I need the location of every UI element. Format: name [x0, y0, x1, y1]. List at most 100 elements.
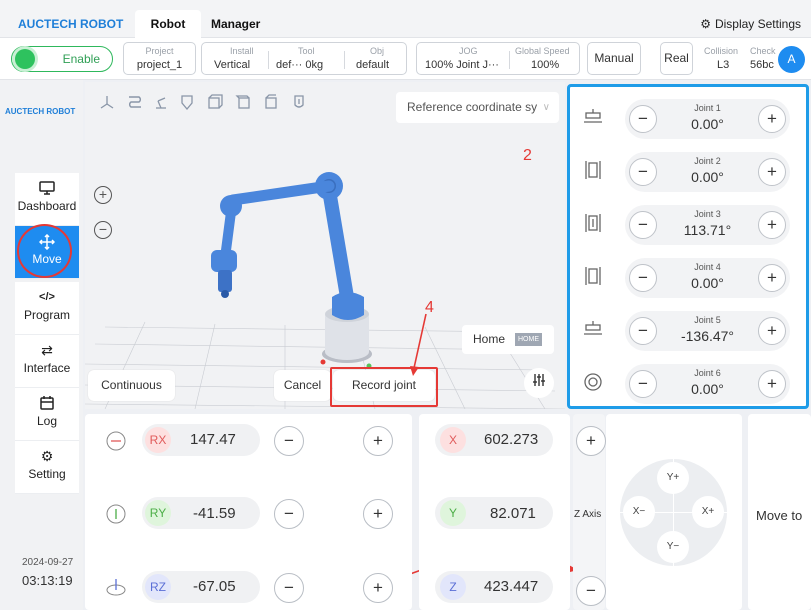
- z-badge: Z: [440, 574, 466, 600]
- project-selector[interactable]: Project project_1: [123, 42, 196, 75]
- code-icon: </>: [39, 291, 55, 303]
- rz-increment-button[interactable]: +: [363, 573, 393, 603]
- joint-row: − Joint 4 0.00° +: [570, 255, 806, 299]
- shield-icon[interactable]: [177, 94, 197, 114]
- project-label: Project: [145, 46, 174, 56]
- x-value: 602.273: [484, 431, 539, 448]
- joint-value-pill: − Joint 6 0.00° +: [625, 364, 790, 404]
- install-tool-obj-group[interactable]: Install Vertical Tool def··· 0kg Obj def…: [201, 42, 407, 75]
- z-axis-increment-button[interactable]: +: [576, 426, 606, 456]
- cube-front-icon[interactable]: [205, 94, 225, 114]
- sidebar-item-interface[interactable]: ⇄ Interface: [15, 335, 79, 388]
- robot-arm-icon[interactable]: [151, 94, 171, 114]
- enable-toggle[interactable]: Enable: [11, 46, 113, 72]
- sidebar-item-log[interactable]: Log: [15, 388, 79, 441]
- chevron-down-icon: ∨: [542, 102, 550, 113]
- y-minus-button[interactable]: Y−: [657, 531, 689, 563]
- tab-manager[interactable]: Manager: [211, 10, 260, 38]
- sidebar-item-label: Log: [36, 414, 58, 428]
- annotation-arrow: [410, 313, 427, 376]
- joint-value-pill: − Joint 2 0.00° +: [625, 152, 790, 192]
- path-icon[interactable]: [125, 94, 145, 114]
- joint-increment-button[interactable]: +: [758, 264, 786, 292]
- display-settings-button[interactable]: ⚙ Display Settings: [700, 10, 801, 38]
- zoom-out-button[interactable]: −: [94, 221, 112, 239]
- check-value: 56bc: [750, 59, 774, 71]
- robot-3d-viewport[interactable]: [85, 82, 565, 409]
- rotate-rz-icon: [105, 576, 127, 598]
- ry-increment-button[interactable]: +: [363, 499, 393, 529]
- rotate-rx-icon: [105, 430, 127, 452]
- status-bar: Enable Project project_1 Install Vertica…: [0, 38, 811, 80]
- z-axis-decrement-button[interactable]: −: [576, 576, 606, 606]
- joint-elbow-icon: [582, 213, 604, 235]
- y-badge: Y: [440, 500, 466, 526]
- enable-indicator-icon: [15, 49, 35, 69]
- rx-decrement-button[interactable]: −: [274, 426, 304, 456]
- sidebar-brand: AUCTECH ROBOT: [5, 107, 76, 116]
- rx-badge: RX: [145, 427, 171, 453]
- joint-increment-button[interactable]: +: [758, 317, 786, 345]
- collision-label: Collision: [704, 46, 739, 56]
- real-mode-button[interactable]: Real: [660, 42, 693, 75]
- sidebar-item-program[interactable]: </> Program: [15, 282, 79, 335]
- sidebar-item-label: Setting: [28, 467, 66, 481]
- sidebar-item-setting[interactable]: ⚙ Setting: [15, 441, 79, 494]
- ry-badge: RY: [145, 500, 171, 526]
- cancel-button[interactable]: Cancel: [274, 370, 331, 401]
- x-minus-button[interactable]: X−: [623, 496, 655, 528]
- joint-row: − Joint 6 0.00° +: [570, 361, 806, 405]
- joint-row: − Joint 1 0.00° +: [570, 96, 806, 140]
- rz-value: -67.05: [193, 578, 236, 595]
- axes-icon[interactable]: [97, 94, 117, 114]
- date-display: 2024-09-27: [22, 557, 74, 568]
- y-plus-button[interactable]: Y+: [657, 462, 689, 494]
- joint-base-icon: [582, 107, 604, 129]
- joint-value-pill: − Joint 3 113.71° +: [625, 205, 790, 245]
- joint-increment-button[interactable]: +: [758, 105, 786, 133]
- divider: [268, 51, 269, 69]
- joint-increment-button[interactable]: +: [758, 158, 786, 186]
- z-value: 423.447: [484, 578, 539, 595]
- reference-coordinate-select[interactable]: Reference coordinate sy ∨: [396, 92, 559, 123]
- calendar-icon: [15, 388, 79, 410]
- obj-label: Obj: [370, 46, 385, 56]
- sliders-icon[interactable]: [524, 368, 554, 398]
- zoom-in-button[interactable]: +: [94, 186, 112, 204]
- joint-increment-button[interactable]: +: [758, 370, 786, 398]
- rx-increment-button[interactable]: +: [363, 426, 393, 456]
- x-badge: X: [440, 427, 466, 453]
- annotation-number: 2: [523, 147, 532, 164]
- manual-mode-button[interactable]: Manual: [587, 42, 641, 75]
- rz-decrement-button[interactable]: −: [274, 573, 304, 603]
- rx-value: 147.47: [190, 431, 236, 448]
- rotate-ry-icon: [105, 503, 127, 525]
- tool-label: Tool: [298, 46, 315, 56]
- joint-increment-button[interactable]: +: [758, 211, 786, 239]
- tool-value: def··· 0kg: [276, 59, 324, 71]
- gear-icon: ⚙: [40, 448, 54, 464]
- swap-icon: ⇄: [41, 342, 53, 358]
- cube-iso-icon[interactable]: [233, 94, 253, 114]
- cube-side-icon[interactable]: [261, 94, 281, 114]
- move-to-button[interactable]: Move to: [748, 414, 811, 610]
- home-button[interactable]: Home HOME: [462, 325, 554, 354]
- tool-icon[interactable]: [289, 94, 309, 114]
- sidebar-item-dashboard[interactable]: Dashboard: [15, 173, 79, 226]
- x-plus-button[interactable]: X+: [692, 496, 724, 528]
- y-value: 82.071: [490, 505, 536, 522]
- ry-decrement-button[interactable]: −: [274, 499, 304, 529]
- collision-value: L3: [717, 59, 730, 71]
- continuous-button[interactable]: Continuous: [88, 370, 175, 401]
- jog-speed-group[interactable]: JOG 100% Joint J··· Global Speed 100%: [416, 42, 580, 75]
- time-display: 03:13:19: [22, 573, 73, 588]
- joint-row: − Joint 3 113.71° +: [570, 202, 806, 246]
- global-speed-label: Global Speed: [515, 46, 570, 56]
- avatar[interactable]: A: [778, 46, 805, 73]
- rz-badge: RZ: [145, 574, 171, 600]
- home-badge: HOME: [515, 333, 542, 346]
- joint-value-pill: − Joint 4 0.00° +: [625, 258, 790, 298]
- robot-scene: [85, 172, 565, 409]
- tab-robot[interactable]: Robot: [135, 10, 201, 38]
- joint-wrist1-icon: [582, 266, 604, 288]
